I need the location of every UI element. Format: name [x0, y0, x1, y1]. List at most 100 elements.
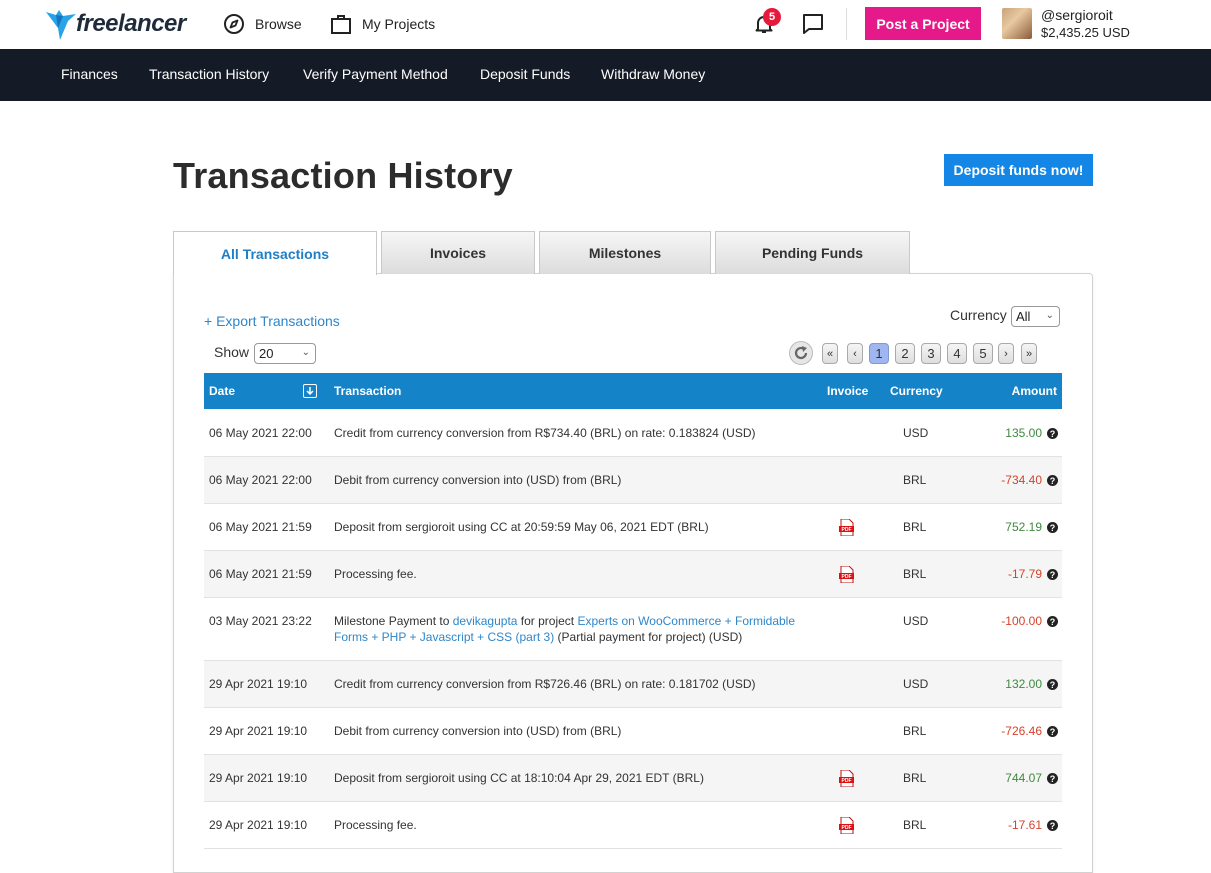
post-project-button[interactable]: Post a Project [865, 7, 981, 40]
row-amount: -100.00 [1001, 614, 1042, 628]
row-transaction: Debit from currency conversion into (USD… [334, 724, 622, 738]
page-title: Transaction History [173, 155, 513, 196]
subnav-item-finances[interactable]: Finances [61, 66, 118, 82]
tab-all-transactions[interactable]: All Transactions [173, 231, 377, 275]
row-currency: USD [903, 614, 929, 628]
column-header-date[interactable]: Date [209, 384, 235, 398]
help-icon[interactable]: ? [1047, 773, 1058, 784]
pdf-invoice-icon[interactable]: PDF [838, 518, 855, 539]
pagination-page-4[interactable]: 4 [947, 343, 967, 364]
tab-milestones[interactable]: Milestones [539, 231, 711, 274]
column-header-invoice: Invoice [827, 384, 869, 398]
row-transaction: Credit from currency conversion from R$7… [334, 677, 756, 691]
top-bar: freelancer Browse My Projects 5 Post a P… [0, 0, 1211, 49]
arrow-down-icon [306, 387, 314, 396]
row-date: 06 May 2021 21:59 [209, 567, 312, 581]
column-header-currency: Currency [890, 384, 943, 398]
row-amount: 752.19 [1005, 520, 1042, 534]
row-amount: -734.40 [1001, 473, 1042, 487]
row-transaction: Deposit from sergioroit using CC at 20:5… [334, 520, 709, 534]
row-transaction: Milestone Payment to devikagupta for pro… [334, 613, 814, 645]
pagination-first[interactable]: « [822, 343, 838, 364]
pagination-page-5[interactable]: 5 [973, 343, 993, 364]
table-row: 06 May 2021 21:59 Processing fee. PDF BRL -1… [204, 551, 1062, 598]
milestone-suffix-text: (Partial payment for project) (USD) [554, 630, 743, 644]
row-date: 06 May 2021 21:59 [209, 520, 312, 534]
browse-link[interactable]: Browse [223, 12, 302, 36]
row-date: 29 Apr 2021 19:10 [209, 818, 308, 832]
pagination-page-2[interactable]: 2 [895, 343, 915, 364]
pagination-page-3[interactable]: 3 [921, 343, 941, 364]
my-projects-link[interactable]: My Projects [330, 12, 435, 36]
row-transaction: Debit from currency conversion into (USD… [334, 473, 622, 487]
pagination-page-1[interactable]: 1 [869, 343, 889, 364]
row-currency: BRL [903, 771, 927, 785]
row-date: 29 Apr 2021 19:10 [209, 771, 308, 785]
compass-icon [224, 14, 244, 34]
svg-text:PDF: PDF [842, 574, 852, 580]
header-divider [846, 8, 847, 40]
account-balance: $2,435.25 USD [1041, 25, 1130, 40]
help-icon[interactable]: ? [1047, 726, 1058, 737]
row-date: 29 Apr 2021 19:10 [209, 677, 308, 691]
help-icon[interactable]: ? [1047, 522, 1058, 533]
table-row: 06 May 2021 21:59 Deposit from sergioroit… [204, 504, 1062, 551]
row-transaction: Credit from currency conversion from R$7… [334, 426, 756, 440]
my-projects-label: My Projects [362, 16, 436, 32]
username[interactable]: @sergioroit [1041, 7, 1113, 23]
table-row: 06 May 2021 22:00 Debit from currency con… [204, 457, 1062, 504]
milestone-prefix-text: Milestone Payment to [334, 614, 453, 628]
bird-logo-icon [46, 10, 76, 40]
freelancer-logo[interactable]: freelancer [46, 7, 186, 41]
pdf-invoice-icon[interactable]: PDF [838, 816, 855, 837]
help-icon[interactable]: ? [1047, 616, 1058, 627]
help-icon[interactable]: ? [1047, 679, 1058, 690]
avatar[interactable] [1002, 8, 1032, 39]
page-size-value: 20 [259, 346, 274, 361]
row-amount: 744.07 [1005, 771, 1042, 785]
row-transaction: Processing fee. [334, 818, 417, 832]
column-header-amount: Amount [1011, 384, 1057, 398]
refresh-button[interactable] [789, 341, 813, 365]
export-transactions-link[interactable]: + Export Transactions [204, 313, 340, 329]
help-icon[interactable]: ? [1047, 428, 1058, 439]
help-icon[interactable]: ? [1047, 569, 1058, 580]
help-icon[interactable]: ? [1047, 820, 1058, 831]
freelancer-user-link[interactable]: devikagupta [453, 614, 518, 628]
row-date: 03 May 2021 23:22 [209, 614, 312, 628]
briefcase-icon [331, 15, 351, 34]
currency-label: Currency [950, 307, 1007, 323]
tab-invoices[interactable]: Invoices [381, 231, 535, 274]
show-label: Show [214, 344, 250, 360]
subnav-item-withdraw-money[interactable]: Withdraw Money [601, 66, 705, 82]
row-amount: -17.79 [1007, 567, 1042, 581]
pdf-invoice-icon[interactable]: PDF [838, 565, 855, 586]
row-currency: BRL [903, 520, 927, 534]
help-icon[interactable]: ? [1047, 475, 1058, 486]
messages-icon[interactable] [801, 12, 825, 36]
page-size-select[interactable]: 20 ⌄ [254, 343, 316, 364]
subnav-item-verify-payment[interactable]: Verify Payment Method [303, 66, 448, 82]
table-row: 29 Apr 2021 19:10 Deposit from sergioroit… [204, 755, 1062, 802]
column-header-transaction: Transaction [334, 384, 402, 398]
currency-select[interactable]: All ⌄ [1011, 306, 1060, 327]
row-currency: BRL [903, 724, 927, 738]
subnav-item-deposit-funds[interactable]: Deposit Funds [480, 66, 570, 82]
svg-text:PDF: PDF [842, 527, 852, 533]
row-currency: USD [903, 677, 929, 691]
deposit-funds-button[interactable]: Deposit funds now! [944, 154, 1093, 186]
subnav-item-transaction-history[interactable]: Transaction History [149, 66, 269, 82]
sort-down-icon[interactable] [303, 384, 317, 398]
table-row: 06 May 2021 22:00 Credit from currency co… [204, 410, 1062, 457]
row-currency: BRL [903, 567, 927, 581]
pdf-invoice-icon[interactable]: PDF [838, 769, 855, 790]
table-row: 29 Apr 2021 19:10 Credit from currency co… [204, 661, 1062, 708]
table-header: Date Transaction Invoice Currency Amount [204, 373, 1062, 409]
pagination-last[interactable]: » [1021, 343, 1037, 364]
pagination-prev[interactable]: ‹ [847, 343, 863, 364]
pagination-next[interactable]: › [998, 343, 1014, 364]
row-currency: BRL [903, 818, 927, 832]
browse-label: Browse [255, 16, 302, 32]
row-currency: BRL [903, 473, 927, 487]
tab-pending-funds[interactable]: Pending Funds [715, 231, 910, 274]
